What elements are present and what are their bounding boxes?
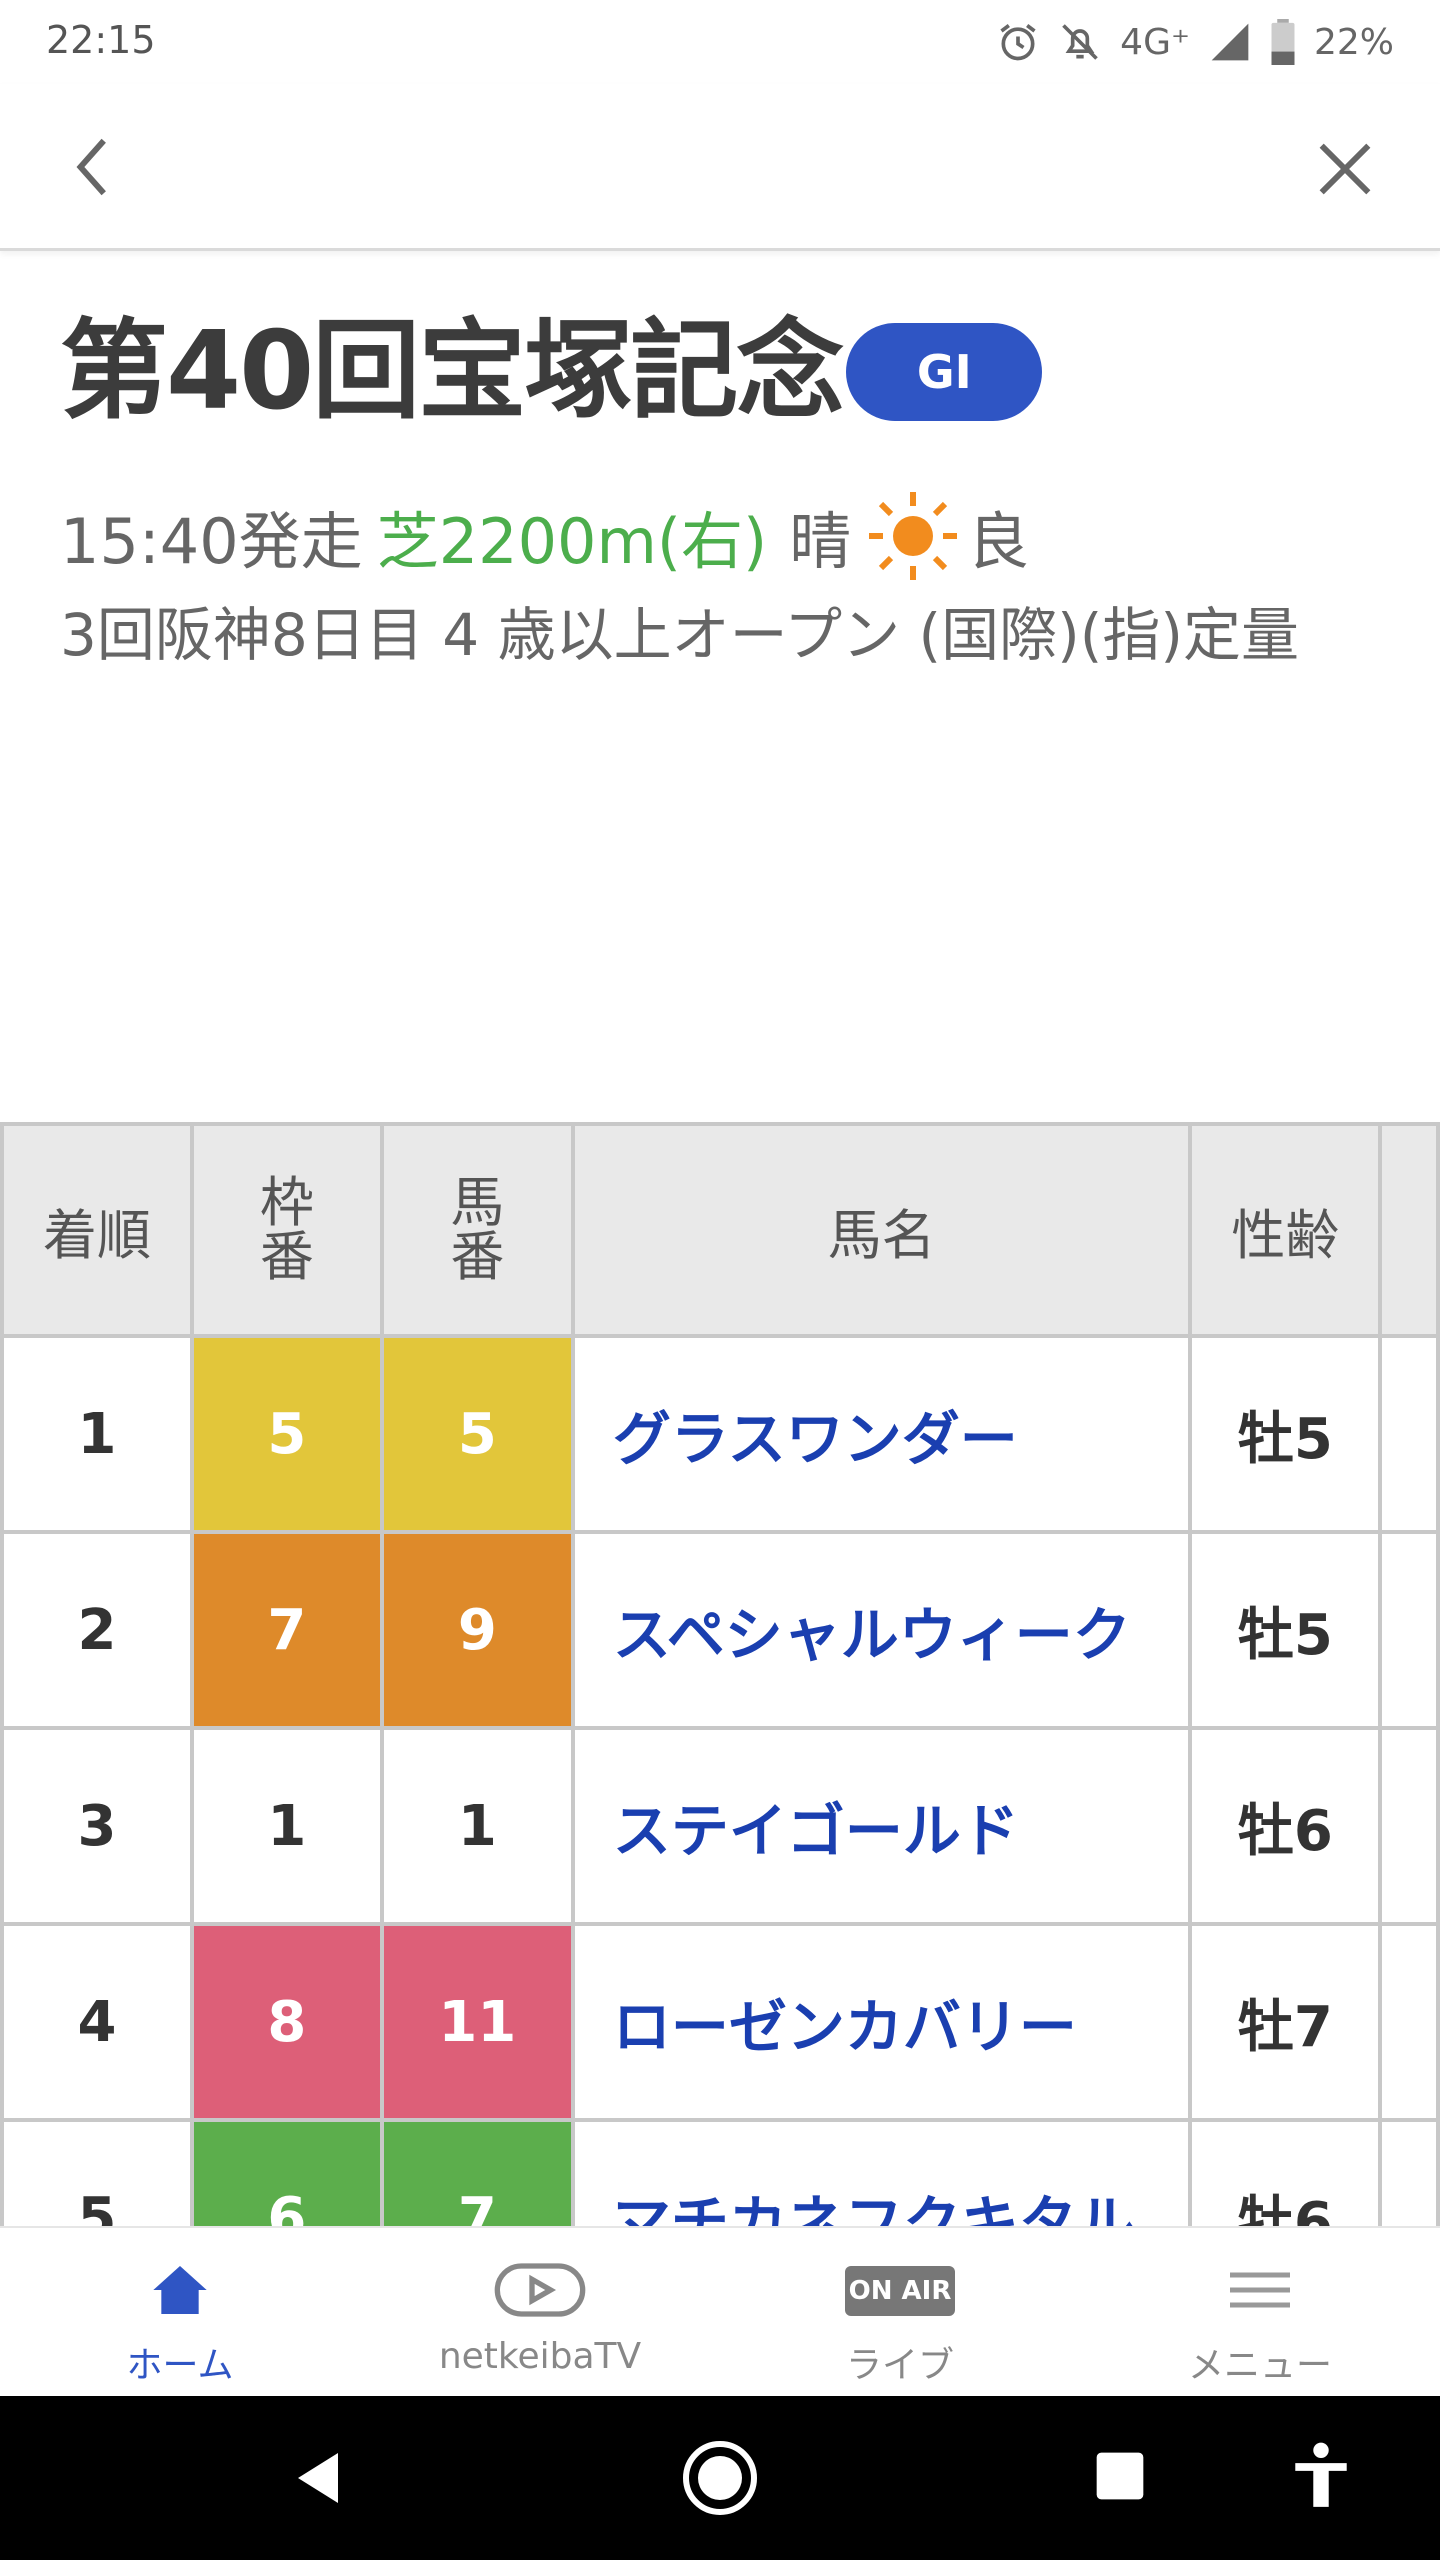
header-umaban: 馬番 — [379, 1122, 575, 1338]
umaban-cell: 1 — [379, 1726, 575, 1926]
header-waku-line2: 番 — [259, 1225, 314, 1288]
nav-home-label: ホーム — [126, 2345, 234, 2386]
table-row: 3 1 1 ステイゴールド 牡6 — [0, 1726, 1440, 1926]
rank-cell: 3 — [0, 1726, 194, 1926]
umaban-cell: 5 — [379, 1334, 575, 1534]
rank-cell: 4 — [0, 1922, 194, 2122]
rank-cell: 2 — [0, 1530, 194, 1730]
battery-percent: 22% — [1313, 21, 1394, 63]
back-arrow-icon[interactable] — [60, 132, 130, 202]
status-time: 22:15 — [46, 18, 156, 62]
race-title: 第40回宝塚記念 — [60, 309, 844, 434]
on-air-badge: ON AIR — [845, 2266, 955, 2316]
hamburger-menu-icon — [1230, 2272, 1290, 2308]
bottom-navigation: ホーム netkeibaTV ON AIR ライブ メニュー — [0, 2226, 1440, 2398]
horse-name-link[interactable]: グラスワンダー — [570, 1334, 1193, 1534]
status-icons: 4G⁺ 22% — [996, 14, 1394, 70]
horse-name-link[interactable]: ローゼンカバリー — [570, 1922, 1193, 2122]
home-circle-icon[interactable] — [680, 2438, 760, 2518]
waku-cell: 1 — [189, 1726, 384, 1926]
extra-cell — [1378, 1922, 1440, 2122]
notifications-off-icon — [1062, 24, 1098, 60]
table-row: 5 6 7 マチカネフクキタル 牡6 — [0, 2118, 1440, 2226]
umaban-cell: 11 — [379, 1922, 575, 2122]
extra-cell — [1378, 1530, 1440, 1730]
sex-age-cell: 牡5 — [1188, 1334, 1383, 1534]
sex-age-cell: 牡6 — [1188, 2118, 1383, 2226]
sex-age-cell: 牡6 — [1188, 1726, 1383, 1926]
race-header: 第40回宝塚記念 GI — [60, 309, 1043, 434]
extra-cell — [1378, 1726, 1440, 1926]
sex-age-cell: 牡7 — [1188, 1922, 1383, 2122]
nav-netkeiba-tv[interactable]: netkeibaTV — [360, 2228, 720, 2398]
nav-home[interactable]: ホーム — [0, 2228, 360, 2398]
nav-menu[interactable]: メニュー — [1080, 2228, 1440, 2398]
home-icon — [153, 2266, 207, 2314]
umaban-cell: 7 — [379, 2118, 575, 2226]
nav-tv-label: netkeibaTV — [438, 2336, 642, 2377]
header-umaban-line2: 番 — [450, 1225, 505, 1288]
network-type: 4G⁺ — [1120, 21, 1190, 63]
umaban-cell: 9 — [379, 1530, 575, 1730]
nav-live[interactable]: ON AIR ライブ — [720, 2228, 1080, 2398]
waku-cell: 7 — [189, 1530, 384, 1730]
back-triangle-icon[interactable] — [288, 2446, 348, 2510]
system-navigation-bar — [0, 2396, 1440, 2560]
sun-icon — [869, 492, 958, 580]
horse-name-link[interactable]: マチカネフクキタル — [570, 2118, 1193, 2226]
header-extra — [1378, 1122, 1440, 1338]
race-conditions: 15:40発走 芝2200m(右) 晴 良 — [60, 488, 1029, 584]
rank-cell: 1 — [0, 1334, 194, 1534]
close-icon[interactable] — [1310, 134, 1380, 204]
header-rank: 着順 — [0, 1122, 194, 1338]
waku-cell: 5 — [189, 1334, 384, 1534]
grade-badge: GI — [846, 323, 1043, 421]
table-header-row: 着順 枠番 馬番 馬名 性齢 — [0, 1122, 1440, 1338]
sex-age-cell: 牡5 — [1188, 1530, 1383, 1730]
alarm-icon — [1000, 24, 1036, 61]
extra-cell — [1378, 1334, 1440, 1534]
course-info: 芝2200m(右) — [376, 505, 768, 578]
top-app-bar — [0, 84, 1440, 251]
extra-cell — [1378, 2118, 1440, 2226]
tv-play-icon — [494, 2263, 586, 2317]
rank-cell: 5 — [0, 2118, 194, 2226]
header-sex-age: 性齢 — [1188, 1122, 1383, 1338]
recents-square-icon[interactable] — [1092, 2448, 1148, 2504]
table-row: 2 7 9 スペシャルウィーク 牡5 — [0, 1530, 1440, 1730]
signal-icon — [1211, 23, 1249, 61]
waku-cell: 8 — [189, 1922, 384, 2122]
header-horse-name: 馬名 — [570, 1122, 1193, 1338]
start-time: 15:40発走 — [60, 505, 363, 578]
weather-text: 晴 — [789, 505, 852, 578]
nav-live-label: ライブ — [845, 2345, 954, 2386]
header-waku: 枠番 — [189, 1122, 384, 1338]
result-table: 着順 枠番 馬番 馬名 性齢 1 5 5 グラスワンダー 牡5 2 7 9 スペシャルウィーク牡… — [0, 1122, 1440, 2226]
results-grid: 着順 枠番 馬番 馬名 性齢 1 5 5 グラスワンダー 牡5 2 7 9 スペシャルウィーク牡… — [0, 1122, 1440, 2226]
track-condition: 良 — [967, 505, 1030, 578]
status-bar: 22:15 4G⁺ 22% — [0, 0, 1440, 84]
battery-icon — [1271, 19, 1295, 65]
table-row: 4 8 11 ローゼンカバリー 牡7 — [0, 1922, 1440, 2122]
horse-name-link[interactable]: スペシャルウィーク — [570, 1530, 1193, 1730]
accessibility-icon[interactable] — [1290, 2440, 1352, 2512]
nav-menu-label: メニュー — [1187, 2345, 1332, 2386]
horse-name-link[interactable]: ステイゴールド — [570, 1726, 1193, 1926]
waku-cell: 6 — [189, 2118, 384, 2226]
table-row: 1 5 5 グラスワンダー 牡5 — [0, 1334, 1440, 1534]
race-details: 3回阪神8日目 4 歳以上オープン (国際)(指)定量 — [60, 601, 1300, 669]
